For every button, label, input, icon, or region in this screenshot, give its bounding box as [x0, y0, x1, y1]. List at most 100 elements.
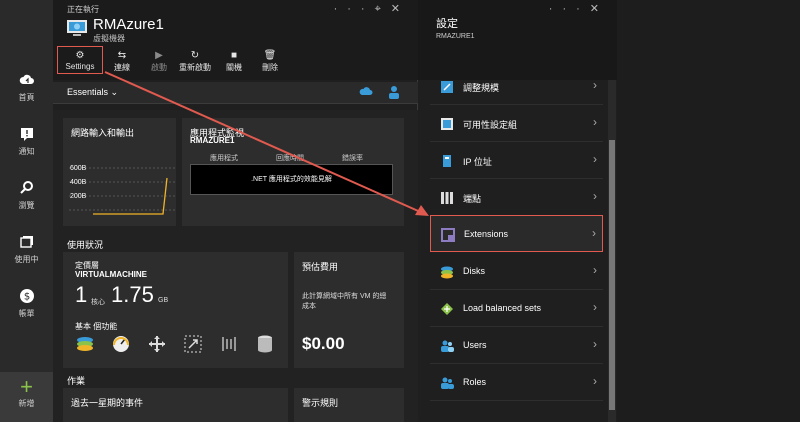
cloud-icon[interactable]	[359, 86, 373, 96]
chevron-right-icon: ›	[593, 263, 597, 277]
col-error: 錯誤率	[342, 155, 363, 162]
settings-item-roles[interactable]: Roles ›	[430, 364, 603, 401]
chevron-right-icon: ›	[592, 226, 596, 240]
azure-portal: 首頁 通知 瀏覽 使用中 $ 帳單 + 新增 正在執行 ···⌖✕ RMAzur…	[0, 0, 800, 422]
events-tile[interactable]: 過去一星期的事件	[63, 388, 288, 422]
vm-content: 網路輸入和輸出 600B 400B 200B 應用程式監視 RMAZURE1 應…	[53, 110, 418, 422]
essentials-bar[interactable]: Essentials ⌄	[53, 82, 418, 104]
nav-notifications[interactable]: 通知	[0, 126, 53, 157]
chevron-right-icon: ›	[593, 80, 597, 92]
pricing-tier-value: VIRTUALMACHINE	[75, 270, 147, 279]
chevron-right-icon: ›	[593, 337, 597, 351]
shutdown-label: 關機	[226, 63, 242, 72]
usage-section-title: 使用狀況	[67, 240, 104, 250]
settings-item-label: 端點	[463, 194, 482, 204]
chevron-right-icon: ›	[593, 115, 597, 129]
settings-blade: 設定 RMAZURE1 ···✕ 調整規模 › 可用性設定組 › IP 位址 ›	[418, 0, 617, 422]
settings-button[interactable]: ⚙ Settings	[61, 50, 99, 71]
estimate-price: $0.00	[302, 334, 345, 353]
cloud-home-icon	[19, 74, 34, 84]
global-nav: 首頁 通知 瀏覽 使用中 $ 帳單 + 新增	[0, 0, 53, 422]
vm-blade: 正在執行 ···⌖✕ RMAzure1 虛擬機器 ⚙ Settings ⇆ 連線…	[53, 0, 418, 422]
nav-notifications-label: 通知	[18, 147, 35, 156]
vm-toolbar: ⚙ Settings ⇆ 連線 ▶ 啟動 ↻ 重新啟動 ■ 關機 🗑 刪除	[53, 46, 418, 76]
settings-item-ip-address[interactable]: IP 位址 ›	[430, 142, 603, 179]
start-button[interactable]: ▶ 啟動	[140, 50, 178, 73]
y-tick-200: 200B	[70, 193, 87, 200]
delete-label: 刪除	[262, 63, 278, 72]
y-tick-400: 400B	[70, 179, 87, 186]
alert-rules-tile[interactable]: 警示規則	[294, 388, 404, 422]
settings-item-label: Users	[463, 340, 487, 350]
memory-value: 1.75	[111, 282, 154, 307]
user-icon[interactable]	[387, 85, 401, 99]
chevron-right-icon: ›	[593, 189, 597, 203]
more-icon[interactable]: ···	[549, 3, 590, 15]
vm-title: RMAzure1	[93, 16, 164, 33]
settings-item-label: Roles	[463, 377, 487, 387]
active-icon	[19, 236, 33, 248]
settings-item-scale[interactable]: 調整規模 ›	[430, 80, 603, 105]
settings-item-users[interactable]: Users ›	[430, 327, 603, 364]
essentials-label: Essentials ⌄	[67, 87, 118, 98]
trash-icon: 🗑	[263, 50, 277, 61]
settings-item-label: Load balanced sets	[463, 303, 542, 313]
features-label: 基本 個功能	[75, 322, 118, 331]
nav-browse[interactable]: 瀏覽	[0, 180, 53, 211]
nav-billing-label: 帳單	[18, 309, 35, 318]
billing-icon: $	[19, 289, 34, 303]
new-button[interactable]: + 新增	[0, 372, 53, 422]
browse-icon	[19, 181, 33, 194]
settings-item-label: Disks	[463, 266, 485, 276]
app-monitor-tile[interactable]: 應用程式監視 RMAZURE1 應用程式 回應時間 錯誤率 .NET 應用程式的…	[182, 118, 404, 226]
chevron-right-icon: ›	[593, 374, 597, 388]
vm-blade-header: 正在執行 ···⌖✕ RMAzure1 虛擬機器 ⚙ Settings ⇆ 連線…	[53, 0, 418, 80]
events-title: 過去一星期的事件	[71, 398, 144, 408]
settings-item-label: IP 位址	[463, 157, 492, 167]
settings-item-label: 調整規模	[463, 83, 500, 93]
settings-item-endpoints[interactable]: 端點 ›	[430, 179, 603, 216]
connect-button[interactable]: ⇆ 連線	[103, 50, 141, 73]
disks-icon	[441, 266, 453, 279]
availability-set-icon	[441, 118, 453, 130]
scale-icon	[441, 81, 453, 93]
estimate-title: 預估費用	[302, 262, 339, 272]
app-insights-box[interactable]: .NET 應用程式的效能見解	[190, 164, 393, 195]
pin-icon[interactable]: ⌖	[375, 3, 391, 15]
close-icon[interactable]: ✕	[391, 3, 410, 15]
nav-billing[interactable]: $ 帳單	[0, 288, 53, 319]
svg-text:$: $	[23, 292, 29, 303]
chevron-right-icon: ›	[593, 300, 597, 314]
network-tile[interactable]: 網路輸入和輸出 600B 400B 200B	[63, 118, 176, 226]
nav-home[interactable]: 首頁	[0, 72, 53, 103]
estimate-cost-tile[interactable]: 預估費用 此計算網域中所有 VM 的總成本 $0.00	[294, 252, 404, 368]
play-icon: ▶	[155, 50, 163, 61]
settings-item-disks[interactable]: Disks ›	[430, 253, 603, 290]
shutdown-button[interactable]: ■ 關機	[215, 50, 253, 73]
resize-icon	[184, 335, 202, 353]
network-tile-title: 網路輸入和輸出	[71, 128, 135, 138]
restart-button[interactable]: ↻ 重新啟動	[176, 50, 214, 73]
settings-item-label: 可用性設定組	[463, 120, 518, 130]
cores-value: 1	[75, 282, 88, 307]
settings-item-load-balanced-sets[interactable]: Load balanced sets ›	[430, 290, 603, 327]
notification-icon	[20, 128, 33, 141]
blade-controls: ···⌖✕	[334, 2, 410, 16]
more-icon[interactable]: ···	[334, 3, 375, 15]
roles-icon	[441, 377, 454, 389]
load-balancer-icon	[441, 303, 453, 315]
nav-active[interactable]: 使用中	[0, 234, 53, 265]
close-icon[interactable]: ✕	[590, 3, 609, 15]
memory-unit: GB	[158, 297, 169, 304]
ip-address-icon	[443, 155, 451, 167]
load-balancer-feature-icon	[149, 336, 165, 352]
plus-icon: +	[20, 374, 33, 399]
settings-blade-subtitle: RMAZURE1	[436, 33, 475, 40]
pricing-tier-tile[interactable]: 定價層 VIRTUALMACHINE 1 核心 1.75 GB 基本 個功能	[63, 252, 288, 368]
settings-item-availability-set[interactable]: 可用性設定組 ›	[430, 105, 603, 142]
scrollbar-thumb[interactable]	[609, 140, 615, 410]
settings-scrollbar[interactable]	[608, 80, 616, 422]
settings-item-extensions[interactable]: Extensions ›	[430, 215, 603, 252]
col-app: 應用程式	[210, 155, 238, 162]
delete-button[interactable]: 🗑 刪除	[251, 50, 289, 73]
